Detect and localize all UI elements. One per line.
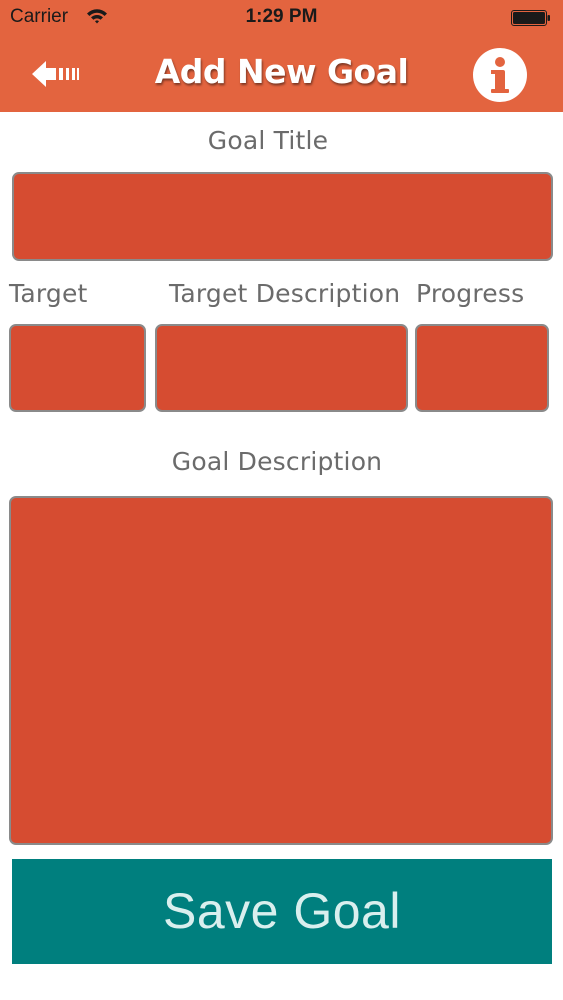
goal-description-field[interactable] — [9, 496, 553, 845]
progress-label: Progress — [416, 279, 525, 308]
goal-description-label: Goal Description — [171, 447, 383, 476]
info-button[interactable] — [473, 48, 527, 102]
goal-title-label: Goal Title — [207, 126, 329, 155]
save-goal-button[interactable]: Save Goal — [12, 859, 552, 964]
target-description-label: Target Description — [169, 279, 401, 308]
navigation-bar: Carrier 1:29 PM Add New Goal — [0, 0, 563, 112]
goal-title-field[interactable] — [12, 172, 553, 261]
target-description-field[interactable] — [155, 324, 408, 412]
target-label: Target — [9, 279, 88, 308]
target-field[interactable] — [9, 324, 146, 412]
status-time: 1:29 PM — [245, 6, 318, 27]
progress-field[interactable] — [415, 324, 549, 412]
battery-icon — [511, 10, 551, 31]
